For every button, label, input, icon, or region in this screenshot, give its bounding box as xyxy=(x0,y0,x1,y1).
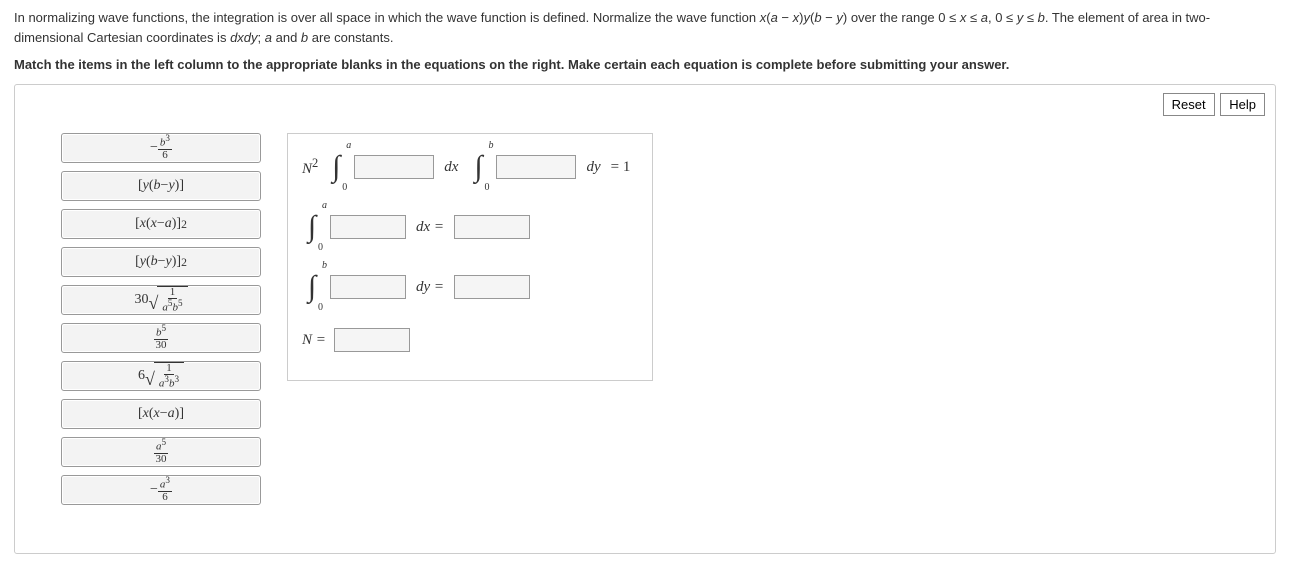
integral-icon: b ∫ 0 xyxy=(299,265,325,309)
equation-row-4: N = xyxy=(298,324,634,356)
tile-column: − b36 [y(b − y)] [x(x − a)]2 [y(b − y)]2… xyxy=(61,133,261,513)
tile-neg-b3-over-6[interactable]: − b36 xyxy=(61,133,261,163)
drop-slot-row2-result[interactable] xyxy=(454,215,530,239)
tile-x-x-minus-a[interactable]: [x(x − a)] xyxy=(61,399,261,429)
match-instruction: Match the items in the left column to th… xyxy=(14,57,1276,72)
drop-slot-row4-N[interactable] xyxy=(334,328,410,352)
drop-slot-row3-integrand[interactable] xyxy=(330,275,406,299)
equation-row-3: b ∫ 0 dy = xyxy=(298,264,634,310)
tile-a5-over-30[interactable]: a530 xyxy=(61,437,261,467)
tile-y-b-minus-y[interactable]: [y(b − y)] xyxy=(61,171,261,201)
equation-row-1: N2 a ∫ 0 dx b ∫ 0 dy = 1 xyxy=(298,144,634,190)
tile-6-sqrt-a3b3[interactable]: 6√1a3b3 xyxy=(61,361,261,391)
button-bar: Reset Help xyxy=(1161,93,1265,116)
drop-slot-row2-integrand[interactable] xyxy=(330,215,406,239)
integral-icon: a ∫ 0 xyxy=(323,145,349,189)
tile-30-sqrt-a5b5[interactable]: 30√1a5b5 xyxy=(61,285,261,315)
tile-neg-a3-over-6[interactable]: − a36 xyxy=(61,475,261,505)
drop-slot-row1-integrand-x[interactable] xyxy=(354,155,434,179)
tile-y-b-minus-y-sq[interactable]: [y(b − y)]2 xyxy=(61,247,261,277)
equation-panel: N2 a ∫ 0 dx b ∫ 0 dy = 1 a xyxy=(287,133,653,381)
problem-intro: In normalizing wave functions, the integ… xyxy=(14,8,1276,47)
tile-b5-over-30[interactable]: b530 xyxy=(61,323,261,353)
tile-x-x-minus-a-sq[interactable]: [x(x − a)]2 xyxy=(61,209,261,239)
equation-row-2: a ∫ 0 dx = xyxy=(298,204,634,250)
work-area: Reset Help − b36 [y(b − y)] [x(x − a)]2 … xyxy=(14,84,1276,554)
integral-icon: a ∫ 0 xyxy=(299,205,325,249)
integral-icon: b ∫ 0 xyxy=(465,145,491,189)
drop-slot-row3-result[interactable] xyxy=(454,275,530,299)
help-button[interactable]: Help xyxy=(1220,93,1265,116)
drop-slot-row1-integrand-y[interactable] xyxy=(496,155,576,179)
reset-button[interactable]: Reset xyxy=(1163,93,1215,116)
